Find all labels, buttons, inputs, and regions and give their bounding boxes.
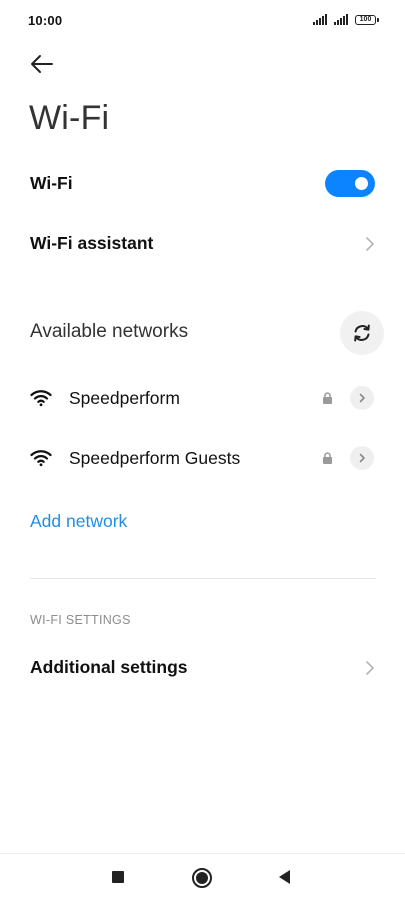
chevron-right-icon [359, 453, 365, 463]
network-row[interactable]: Speedperform Guests [0, 430, 405, 486]
wifi-assistant-label: Wi-Fi assistant [30, 233, 154, 253]
back-button[interactable] [30, 52, 58, 76]
back-triangle-icon [279, 870, 290, 884]
wifi-settings-header: WI-FI SETTINGS [30, 613, 131, 627]
add-network-link[interactable]: Add network [30, 511, 127, 532]
recents-square-icon [112, 871, 124, 883]
section-divider [30, 578, 376, 579]
lock-icon [323, 452, 332, 464]
signal-icon [334, 14, 348, 25]
status-icons: 100 [313, 14, 379, 25]
chevron-right-icon [359, 393, 365, 403]
signal-icon [313, 14, 327, 25]
page-title: Wi-Fi [29, 99, 110, 137]
battery-level: 100 [355, 14, 376, 25]
wifi-toggle-switch[interactable] [325, 170, 375, 197]
refresh-icon [354, 324, 370, 342]
home-circle-icon [192, 868, 212, 888]
refresh-button[interactable] [340, 311, 384, 355]
arrow-left-icon [31, 55, 53, 73]
wifi-icon [30, 390, 52, 407]
chevron-right-icon [366, 661, 374, 675]
chevron-right-icon [366, 237, 374, 251]
battery-icon: 100 [355, 14, 379, 25]
network-row[interactable]: Speedperform [0, 370, 405, 426]
nav-back-button[interactable] [274, 866, 296, 888]
wifi-icon [30, 450, 52, 467]
lock-icon [323, 392, 332, 404]
additional-settings-label: Additional settings [30, 657, 188, 677]
wifi-assistant-row[interactable]: Wi-Fi assistant [0, 220, 405, 268]
recents-button[interactable] [108, 866, 128, 888]
network-details-button[interactable] [350, 386, 374, 410]
home-button[interactable] [190, 866, 214, 890]
additional-settings-row[interactable]: Additional settings [0, 644, 405, 692]
status-time: 10:00 [28, 13, 63, 28]
wifi-toggle-label: Wi-Fi [30, 173, 73, 193]
available-networks-title: Available networks [30, 321, 189, 342]
network-name: Speedperform [69, 388, 180, 408]
nav-bar-divider [0, 853, 405, 854]
network-name: Speedperform Guests [69, 448, 241, 468]
network-details-button[interactable] [350, 446, 374, 470]
toggle-knob [355, 177, 368, 190]
